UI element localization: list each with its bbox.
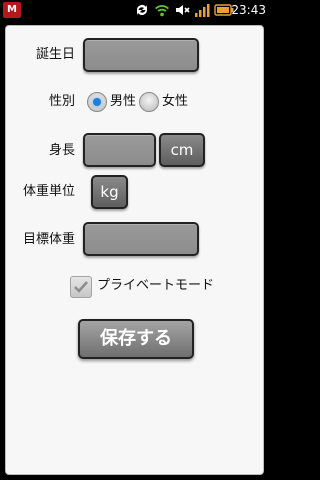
settings-panel: 誕生日 性別 男性 女性 身長 cm 体重単位 kg 目標体重 プライベートモー…: [5, 25, 264, 475]
male-radio[interactable]: [87, 92, 107, 112]
target-weight-label: 目標体重: [23, 232, 76, 247]
weight-unit-button[interactable]: kg: [91, 175, 128, 209]
height-unit-button[interactable]: cm: [159, 133, 205, 167]
checkmark-icon: [74, 281, 88, 293]
height-label: 身長: [49, 143, 76, 158]
birthday-label: 誕生日: [36, 47, 76, 62]
female-radio[interactable]: [139, 92, 159, 112]
signal-icon: [194, 2, 210, 18]
weight-unit-label: 体重単位: [23, 184, 76, 199]
male-label[interactable]: 男性: [110, 94, 136, 110]
height-field[interactable]: [83, 133, 156, 167]
mute-icon: [174, 2, 190, 18]
sync-icon: [134, 2, 150, 18]
wifi-icon: [154, 2, 170, 18]
sex-label: 性別: [49, 94, 76, 109]
private-mode-checkbox[interactable]: [70, 276, 92, 298]
clock: 23:43: [231, 3, 266, 17]
status-icons: [134, 2, 234, 18]
app-notification-icon[interactable]: M: [3, 2, 21, 18]
birthday-field[interactable]: [83, 38, 199, 72]
private-mode-label[interactable]: プライベートモード: [97, 278, 214, 294]
target-weight-field[interactable]: [83, 222, 199, 256]
female-label[interactable]: 女性: [162, 94, 188, 110]
status-bar: M 23:43: [0, 0, 270, 20]
save-button[interactable]: 保存する: [78, 319, 194, 359]
